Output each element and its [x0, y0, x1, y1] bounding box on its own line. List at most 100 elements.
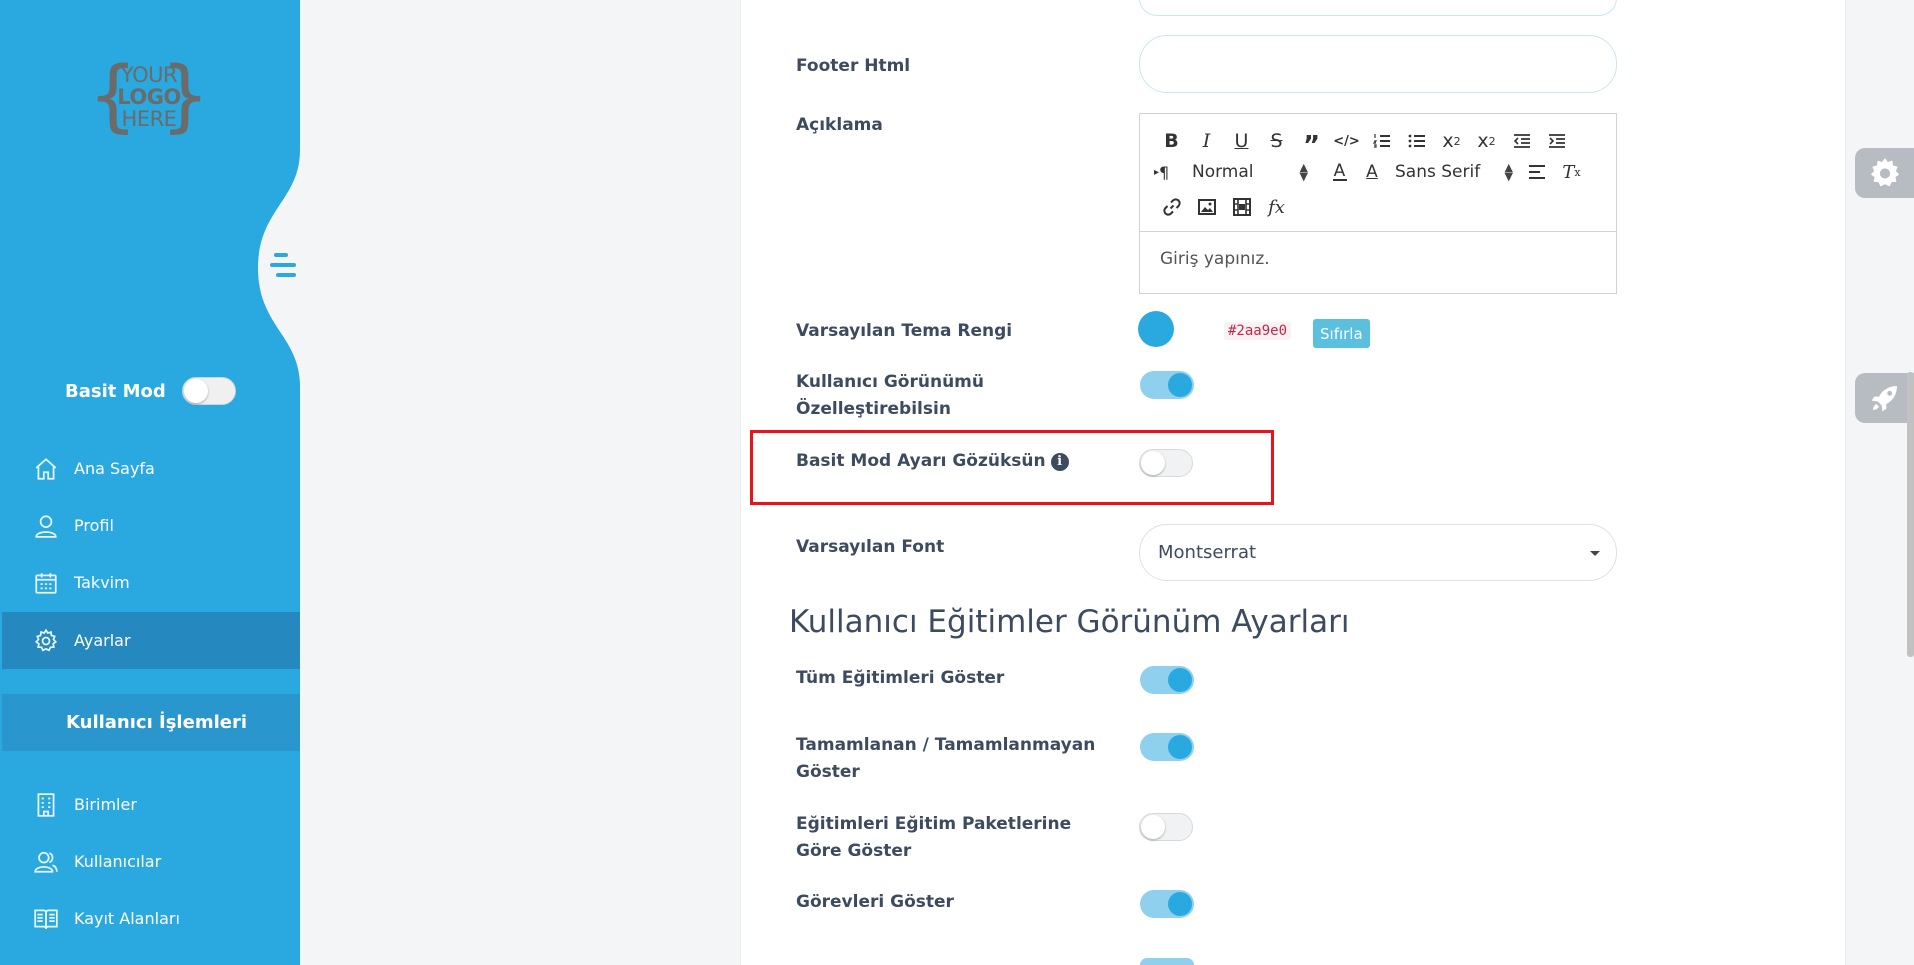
clean-glyph: T — [1562, 161, 1575, 183]
reset-color-button[interactable]: Sıfırla — [1313, 319, 1370, 348]
paragraph-direction-button[interactable]: ▸ ¶ — [1154, 159, 1178, 185]
sidebar-item-label: Kullanıcılar — [74, 852, 162, 871]
scrollbar-thumb[interactable] — [1907, 372, 1914, 657]
basit-mod-ayari-label-text: Basit Mod Ayarı Gözüksün — [796, 451, 1046, 471]
sidebar-item-label: Kayıt Alanları — [74, 909, 180, 928]
egitimler-row-label-line-1: Tüm Eğitimleri Göster — [796, 668, 1005, 688]
clipped-toggle[interactable] — [1140, 958, 1194, 965]
sidebar-item-label: Birimler — [74, 795, 137, 814]
sidebar-item-label: Profil — [74, 516, 114, 535]
egitimler-row-label: Tamamlanan / Tamamlanmayan Göster — [796, 732, 1095, 786]
tamamlanan-toggle[interactable] — [1140, 733, 1194, 761]
video-icon — [1232, 198, 1251, 216]
rocket-float-button[interactable] — [1855, 373, 1914, 423]
outdent-button[interactable] — [1504, 128, 1539, 154]
users-icon — [32, 848, 60, 876]
align-left-icon — [1528, 165, 1545, 179]
sidebar-item-takvim[interactable]: Takvim — [2, 554, 300, 611]
kullanici-gorunumu-label-line-1: Kullanıcı Görünümü — [796, 372, 984, 392]
settings-float-button[interactable] — [1855, 148, 1914, 198]
indent-button[interactable] — [1539, 128, 1574, 154]
basit-mod-toggle[interactable] — [181, 377, 236, 405]
superscript-button[interactable]: x2 — [1469, 128, 1504, 154]
background-color-button[interactable]: A — [1357, 159, 1387, 185]
select-arrows-icon: ▲ ▼ — [1504, 161, 1513, 183]
code-block-button[interactable]: </> — [1329, 128, 1364, 154]
chevron-down-icon — [1590, 551, 1600, 556]
editor-toolbar: B I U S ” </> x2 x2 ▸ ¶ Normal ▲ ▼ A A S… — [1140, 114, 1616, 232]
egitimler-row-label: Görevleri Göster — [796, 889, 954, 916]
ordered-list-button[interactable] — [1364, 128, 1399, 154]
font-size-select[interactable]: Normal ▲ ▼ — [1192, 162, 1308, 182]
strike-button[interactable]: S — [1259, 128, 1294, 154]
outdent-icon — [1513, 134, 1530, 148]
kullanici-gorunumu-toggle[interactable] — [1140, 371, 1194, 399]
sidebar-item-ayarlar[interactable]: Ayarlar — [2, 612, 300, 669]
sidebar-item-ana-sayfa[interactable]: Ana Sayfa — [2, 440, 300, 497]
font-size-value: Normal — [1192, 162, 1254, 182]
link-button[interactable] — [1154, 194, 1189, 220]
page-scrollbar[interactable] — [1907, 0, 1914, 965]
superscript-mark: 2 — [1488, 134, 1496, 148]
egitim-paketleri-toggle[interactable] — [1139, 813, 1193, 841]
sidebar-item-profil[interactable]: Profil — [2, 497, 300, 554]
text-color-button[interactable]: A — [1322, 159, 1357, 185]
editor-placeholder[interactable]: Giriş yapınız. — [1160, 249, 1270, 269]
blockquote-button[interactable]: ” — [1294, 128, 1329, 161]
bullet-list-icon — [1408, 134, 1425, 148]
subscript-mark: 2 — [1453, 134, 1461, 148]
underline-button[interactable]: U — [1224, 128, 1259, 154]
logo: { YOUR LOGO HERE } — [88, 56, 210, 142]
indent-icon — [1548, 134, 1565, 148]
user-icon — [32, 512, 60, 540]
clean-mark: x — [1574, 165, 1581, 179]
footer-html-label: Footer Html — [796, 56, 911, 76]
egitimler-row-label-line-1: Tamamlanan / Tamamlanmayan — [796, 735, 1096, 755]
link-icon — [1162, 198, 1181, 216]
gear-icon — [32, 627, 60, 655]
sidebar: { YOUR LOGO HERE } Basit Mod Ana Sayfa P… — [0, 0, 300, 965]
egitimler-row-label-line-2: Göre Göster — [796, 841, 912, 861]
sidebar-item-label: Takvim — [74, 573, 130, 592]
info-icon[interactable]: i — [1050, 452, 1069, 471]
kullanici-gorunumu-label-line-2: Özelleştirebilsin — [796, 399, 951, 419]
kullanici-gorunumu-label: Kullanıcı Görünümü Özelleştirebilsin — [796, 369, 984, 423]
text-color-glyph: A — [1333, 161, 1346, 181]
bullet-list-button[interactable] — [1399, 128, 1434, 154]
sidebar-section-kullanici-islemleri: Kullanıcı İşlemleri — [2, 694, 300, 751]
building-icon — [32, 791, 60, 819]
varsayilan-font-label: Varsayılan Font — [796, 537, 945, 557]
gorevleri-goster-toggle[interactable] — [1140, 890, 1194, 918]
subscript-button[interactable]: x2 — [1434, 128, 1469, 154]
basit-mod-ayari-toggle[interactable] — [1139, 449, 1193, 477]
sidebar-item-label: Ayarlar — [74, 631, 131, 650]
basit-mod-switch: Basit Mod — [65, 376, 236, 406]
tum-egitimleri-toggle[interactable] — [1140, 666, 1194, 694]
formula-button[interactable]: fx — [1259, 194, 1294, 220]
varsayilan-font-select[interactable]: Montserrat — [1139, 524, 1617, 581]
sidebar-item-kullanicilar[interactable]: Kullanıcılar — [2, 833, 300, 890]
sidebar-item-birimler[interactable]: Birimler — [2, 776, 300, 833]
gear-icon — [1870, 158, 1899, 187]
previous-input-field[interactable] — [1139, 0, 1617, 16]
egitimler-section-title: Kullanıcı Eğitimler Görünüm Ayarları — [789, 604, 1350, 640]
video-button[interactable] — [1224, 194, 1259, 220]
rocket-icon — [1871, 386, 1897, 412]
varsayilan-font-value: Montserrat — [1158, 542, 1257, 563]
paragraph-glyph: ¶ — [1159, 162, 1170, 182]
basit-mod-label: Basit Mod — [65, 380, 166, 402]
image-button[interactable] — [1189, 194, 1224, 220]
bold-button[interactable]: B — [1154, 128, 1189, 154]
tema-rengi-label: Varsayılan Tema Rengi — [796, 321, 1013, 341]
footer-html-input[interactable] — [1139, 35, 1617, 93]
image-icon — [1197, 199, 1216, 215]
menu-toggle-icon[interactable] — [270, 252, 300, 282]
font-family-select[interactable]: Sans Serif ▲ ▼ — [1395, 162, 1513, 182]
egitimler-row-label: Eğitimleri Eğitim Paketlerine Göre Göste… — [796, 811, 1071, 865]
italic-button[interactable]: I — [1189, 128, 1224, 154]
sidebar-item-kayit-alanlari[interactable]: Kayıt Alanları — [2, 890, 300, 947]
align-button[interactable] — [1519, 159, 1554, 185]
egitimler-row-label-line-2: Göster — [796, 762, 860, 782]
theme-color-picker[interactable] — [1138, 311, 1174, 347]
clean-format-button[interactable]: Tx — [1554, 159, 1589, 185]
